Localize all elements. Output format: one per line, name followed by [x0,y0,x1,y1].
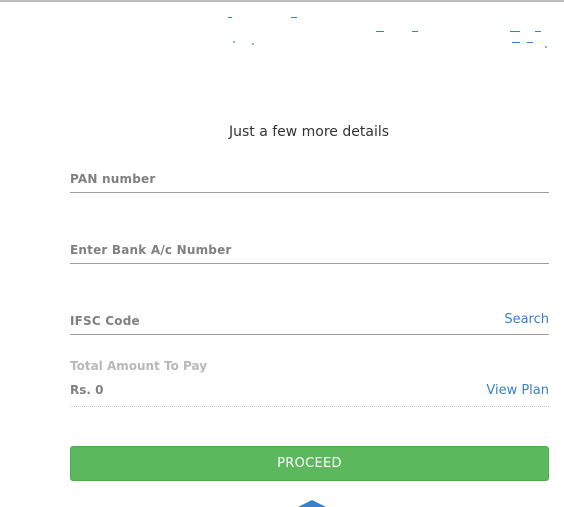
header-artifact [527,42,533,43]
proceed-button[interactable]: PROCEED [70,446,549,481]
scroll-up-indicator [296,500,328,507]
header-artifact [252,43,254,45]
header-artifact [228,17,232,18]
header-artifact [376,31,384,32]
header-artifact [510,31,520,32]
header-artifact [412,31,418,32]
ifsc-field[interactable]: IFSC Code Search [70,310,549,335]
total-amount-label: Total Amount To Pay [70,359,208,373]
ifsc-search-link[interactable]: Search [504,312,549,327]
total-amount-row: Rs. 0 View Plan [70,378,549,407]
header-artifact [512,42,520,43]
header-artifacts [0,0,564,60]
bank-account-field[interactable]: Enter Bank A/c Number [70,239,549,264]
header-artifact [545,46,547,48]
page: Just a few more details PAN number Enter… [0,0,564,507]
header-artifact [535,31,541,32]
pan-input[interactable] [70,168,549,192]
bank-account-input[interactable] [70,239,549,263]
header-artifact [233,41,235,43]
pan-field[interactable]: PAN number [70,168,549,193]
total-amount-value: Rs. 0 [70,383,104,397]
ifsc-input[interactable] [70,310,490,334]
header-artifact [291,17,297,18]
page-title: Just a few more details [228,124,390,140]
view-plan-link[interactable]: View Plan [486,383,549,398]
